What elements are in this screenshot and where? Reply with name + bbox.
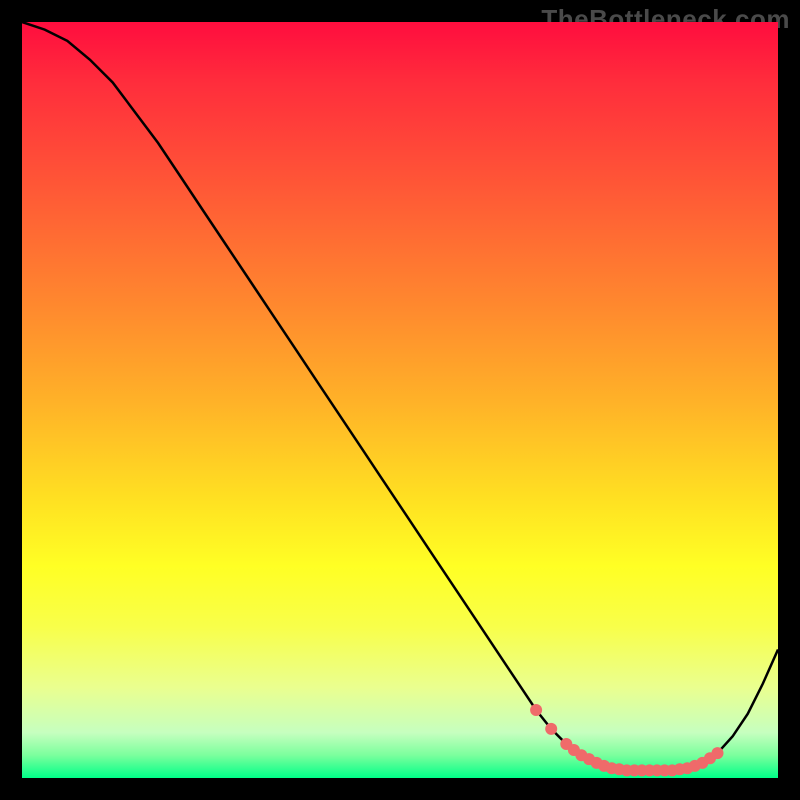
bottleneck-curve bbox=[22, 22, 778, 770]
chart-svg bbox=[22, 22, 778, 778]
data-dots bbox=[530, 704, 723, 776]
data-dot bbox=[530, 704, 542, 716]
data-dot bbox=[712, 747, 724, 759]
data-dot bbox=[545, 723, 557, 735]
chart-area bbox=[22, 22, 778, 778]
